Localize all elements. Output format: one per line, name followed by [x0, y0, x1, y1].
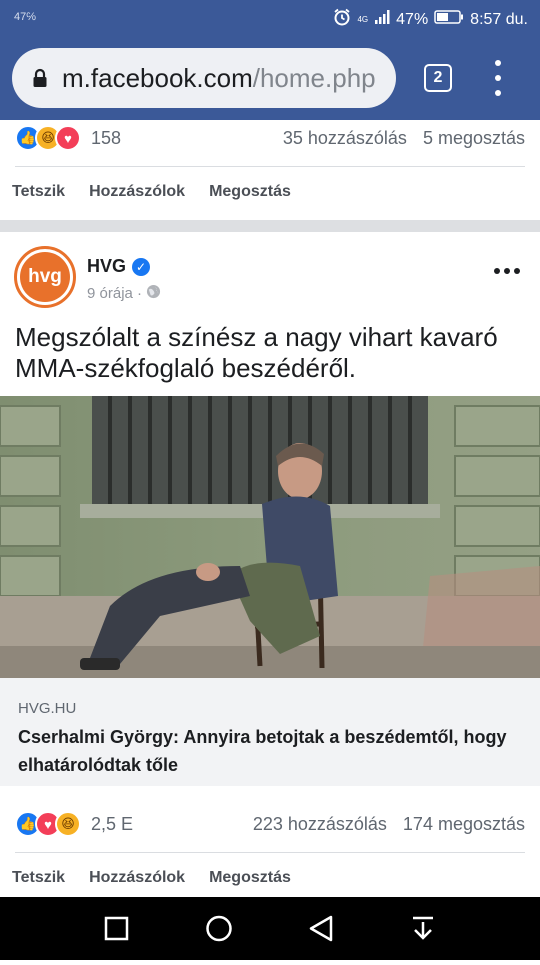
share-button[interactable]: Megosztás: [209, 869, 291, 887]
browser-menu-button[interactable]: [490, 60, 506, 96]
comment-count[interactable]: 35 hozzászólás: [283, 128, 407, 149]
notification-pulldown-icon[interactable]: [413, 916, 433, 940]
status-left-text: 47℅: [14, 11, 36, 23]
reaction-icons[interactable]: 👍 ♥ 😆: [15, 811, 81, 837]
reaction-count[interactable]: 2,5 E: [91, 814, 133, 835]
hvg-logo: hvg: [20, 252, 70, 302]
clock: 8:57 du.: [470, 10, 528, 28]
like-button[interactable]: Tetszik: [12, 183, 65, 201]
post-reaction-row: 👍 ♥ 😆 2,5 E 223 hozzászólás 174 megosztá…: [0, 804, 540, 844]
address-bar[interactable]: m.facebook.com/home.php: [12, 48, 396, 108]
alarm-icon: [333, 8, 351, 31]
share-count[interactable]: 5 megosztás: [423, 128, 525, 149]
back-icon[interactable]: [309, 915, 333, 942]
page-name[interactable]: HVG: [87, 256, 126, 277]
love-reaction-icon: ♥: [55, 125, 81, 151]
like-button[interactable]: Tetszik: [12, 869, 65, 887]
prev-post-actions: Tetszik Hozzászólok Megosztás: [0, 172, 540, 212]
share-button[interactable]: Megosztás: [209, 183, 291, 201]
browser-toolbar: m.facebook.com/home.php 2: [0, 36, 540, 120]
post-actions: Tetszik Hozzászólok Megosztás: [0, 858, 540, 898]
home-icon[interactable]: [206, 915, 232, 942]
haha-reaction-icon: 😆: [55, 811, 81, 837]
url-path: /home.php: [252, 62, 376, 93]
battery-percent: 47%: [396, 10, 429, 28]
post-options-button[interactable]: [494, 268, 520, 274]
signal-icon: [374, 9, 390, 30]
comment-button[interactable]: Hozzászólok: [89, 869, 185, 887]
recents-icon[interactable]: [104, 916, 129, 941]
status-bar: 47℅ 4G 47% 8:57 du.: [0, 0, 540, 36]
lock-icon: [32, 68, 48, 88]
system-navigation-bar: [0, 897, 540, 960]
post-time[interactable]: 9 órája ·: [87, 285, 142, 302]
battery-icon: [434, 9, 464, 30]
post-text: Megszólalt a színész a nagy vihart kavar…: [15, 322, 498, 383]
divider: [15, 166, 525, 167]
url-host: m.facebook.com: [62, 62, 253, 93]
avatar[interactable]: hvg: [14, 246, 76, 308]
divider: [15, 852, 525, 853]
reaction-count[interactable]: 158: [91, 128, 121, 149]
post-header: hvg HVG ✓ 9 órája ·: [0, 244, 540, 314]
prev-post-reaction-row: 👍 😆 ♥ 158 35 hozzászólás 5 megosztás: [0, 118, 540, 158]
post-separator: [0, 220, 540, 232]
link-preview[interactable]: HVG.HU Cserhalmi György: Annyira betojta…: [0, 678, 540, 786]
tab-switcher-button[interactable]: 2: [424, 64, 452, 92]
reaction-icons[interactable]: 👍 😆 ♥: [15, 125, 81, 151]
share-count[interactable]: 174 megosztás: [403, 814, 525, 835]
url-text: m.facebook.com/home.php: [62, 63, 376, 94]
comment-count[interactable]: 223 hozzászólás: [253, 814, 387, 835]
globe-icon: [146, 284, 161, 303]
link-preview-image[interactable]: [0, 396, 540, 678]
link-title: Cserhalmi György: Annyira betojtak a bes…: [18, 727, 507, 775]
comment-button[interactable]: Hozzászólok: [89, 183, 185, 201]
verified-icon: ✓: [132, 257, 151, 276]
network-type: 4G: [357, 14, 369, 24]
link-source: HVG.HU: [18, 700, 77, 717]
